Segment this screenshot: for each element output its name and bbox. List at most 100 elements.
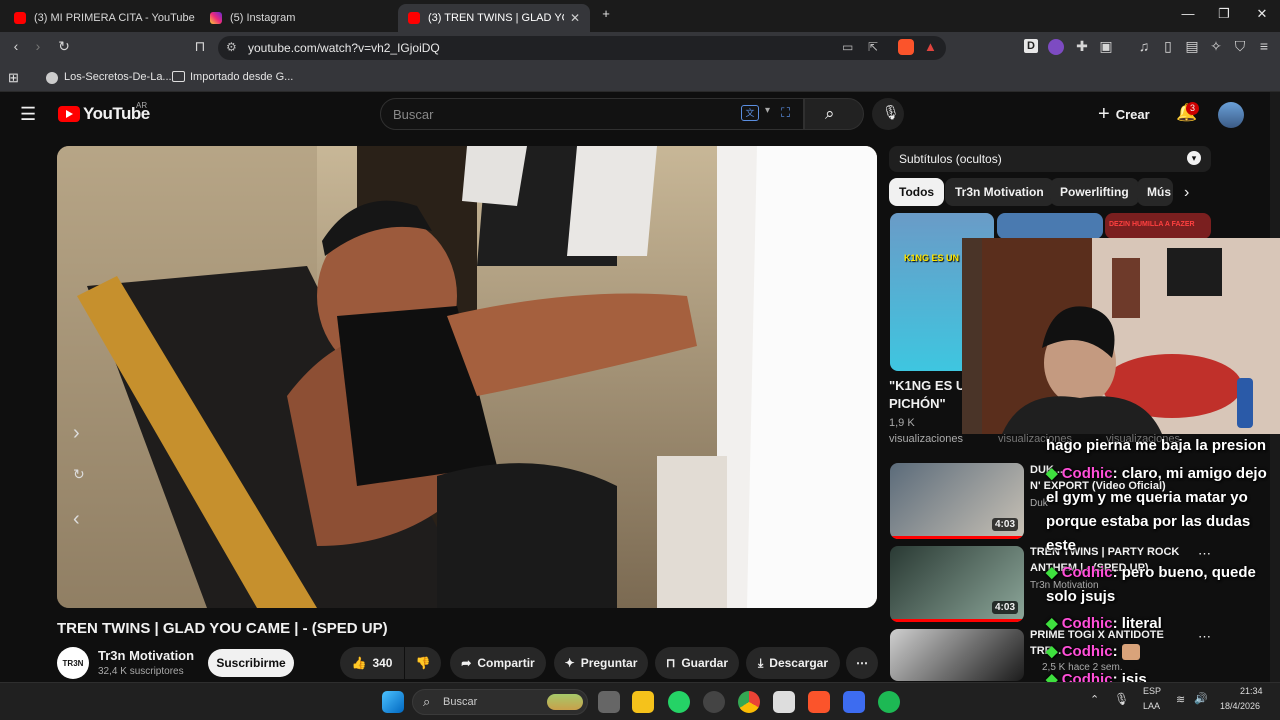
video-player[interactable]: › ↻ ‹ [57, 146, 877, 608]
tab-instagram[interactable]: (5) Instagram [200, 4, 394, 32]
chat-text: : literal [1112, 615, 1162, 632]
media-icon[interactable]: ♫ [1134, 38, 1154, 54]
windows-start-icon[interactable] [382, 691, 404, 713]
chrome-icon[interactable] [738, 691, 760, 713]
tab-title: (3) TREN TWINS | GLAD YOU CA [428, 12, 564, 24]
replay-icon[interactable]: ↻ [73, 466, 85, 483]
short-thumbnail-3[interactable]: DEZIN HUMILLA A FAZER [1105, 213, 1211, 239]
short-title-2[interactable]: PICHÓN" [889, 396, 946, 411]
cast-icon[interactable]: ▭ [842, 40, 853, 54]
hamburger-menu-icon[interactable]: ☰ [20, 104, 36, 125]
next-arrow-icon[interactable]: › [73, 422, 80, 445]
bookmark-folder[interactable]: Importado desde G... [190, 71, 293, 83]
tray-expand-icon[interactable]: ⌃ [1090, 693, 1099, 706]
reload-icon[interactable]: ↻ [54, 38, 74, 55]
keyboard-layout[interactable]: LAA [1143, 701, 1160, 711]
more-options-icon[interactable]: ⋯ [1198, 629, 1211, 645]
subscribe-button[interactable]: Suscribirme [208, 649, 294, 677]
subtitles-panel[interactable]: Subtítulos (ocultos) ▾ [889, 146, 1211, 172]
more-options-icon[interactable]: ⋯ [1198, 546, 1211, 562]
voice-translate-icon[interactable]: ⛶ [781, 105, 790, 121]
task-view-icon[interactable] [598, 691, 620, 713]
search-button[interactable]: ⌕ [804, 98, 864, 130]
share-label: Compartir [477, 656, 535, 670]
close-tab-icon[interactable]: ✕ [564, 11, 580, 25]
new-tab-button[interactable]: + [596, 6, 616, 21]
close-window-icon[interactable]: ✕ [1252, 6, 1272, 22]
sidebar-icon[interactable]: ▯ [1158, 38, 1178, 55]
subscriber-count: 32,4 K suscriptores [98, 666, 184, 677]
voice-search-button[interactable]: 🎙 [872, 98, 904, 130]
share-button[interactable]: ➦ Compartir [450, 647, 546, 679]
site-info-icon[interactable]: ⚙ [226, 40, 237, 54]
brave-rewards-icon[interactable]: ▲ [924, 39, 937, 54]
like-button[interactable]: 👍 340 [340, 647, 404, 679]
whatsapp-icon[interactable] [668, 691, 690, 713]
spotify-icon[interactable] [878, 691, 900, 713]
clock-date[interactable]: 18/4/2026 [1220, 701, 1260, 711]
download-icon: ⤓ [757, 655, 764, 670]
tray-mic-icon[interactable]: 🎙 [1114, 692, 1129, 706]
chip-musica[interactable]: Mús [1137, 178, 1173, 206]
translate-icon[interactable]: 文 [741, 105, 759, 121]
sparkle-icon: ✦ [564, 656, 575, 670]
capcut-icon[interactable] [773, 691, 795, 713]
vpn-shield-icon[interactable]: ⛉ [1230, 38, 1250, 55]
extension-purple-icon[interactable] [1048, 39, 1064, 55]
chip-todos[interactable]: Todos [889, 178, 945, 206]
create-button[interactable]: + Crear [1098, 102, 1150, 126]
search-input[interactable]: Buscar 文 ▾ ⛶ [380, 98, 804, 130]
apps-grid-icon[interactable]: ⊞ [8, 70, 19, 86]
ask-button[interactable]: ✦ Preguntar [554, 647, 648, 679]
tab-tren-twins[interactable]: (3) TREN TWINS | GLAD YOU CA ✕ [398, 4, 590, 32]
chat-username: Codhic [1061, 564, 1113, 581]
youtube-logo-icon[interactable] [58, 106, 80, 122]
chat-line: este [1046, 534, 1076, 557]
address-bar[interactable]: ⚙ youtube.com/watch?v=vh2_IGjoiDQ ▭ ⇱ ▲ [218, 36, 946, 60]
leo-ai-icon[interactable]: ✧ [1206, 38, 1226, 55]
channel-name[interactable]: Tr3n Motivation [98, 648, 194, 663]
taskbar-search-input[interactable]: ⌕ Buscar [412, 689, 588, 715]
clock-time[interactable]: 21:34 [1240, 686, 1263, 696]
app-blue-icon[interactable] [843, 691, 865, 713]
channel-avatar[interactable]: TR3N [57, 647, 89, 679]
share-icon[interactable]: ⇱ [868, 40, 878, 54]
save-button[interactable]: ⊓ Guardar [655, 647, 739, 679]
related-thumbnail[interactable]: 4:03 [890, 463, 1024, 539]
chip-powerlifting[interactable]: Powerlifting [1050, 178, 1139, 206]
user-avatar[interactable] [1218, 102, 1244, 128]
file-explorer-icon[interactable] [632, 691, 654, 713]
bookmark-link[interactable]: Los-Secretos-De-La... [64, 71, 172, 83]
dislike-button[interactable]: 👎 [405, 647, 441, 679]
previous-arrow-icon[interactable]: ‹ [73, 508, 80, 531]
download-button[interactable]: ⤓ Descargar [746, 647, 840, 679]
maximize-icon[interactable]: ❐ [1214, 6, 1234, 22]
back-icon[interactable]: ‹ [6, 38, 26, 54]
tab-mi-primera-cita[interactable]: (3) MI PRIMERA CITA - YouTube [4, 4, 198, 32]
like-count: 340 [372, 656, 393, 670]
brave-icon[interactable] [808, 691, 830, 713]
bookmark-icon[interactable]: ⊓ [190, 38, 210, 55]
language-indicator[interactable]: ESP [1143, 686, 1161, 696]
wifi-icon[interactable]: ≋ [1176, 693, 1185, 706]
minimize-icon[interactable]: — [1178, 6, 1198, 21]
forward-icon[interactable]: › [28, 38, 48, 54]
app-icon[interactable] [703, 691, 725, 713]
wallet-icon[interactable]: ▤ [1182, 38, 1202, 55]
extensions-puzzle-icon[interactable]: ✚ [1072, 38, 1092, 55]
diamond-icon: ◆ [1046, 615, 1058, 632]
chips-next-icon[interactable]: › [1184, 184, 1189, 202]
related-thumbnail[interactable]: 4:03 [890, 546, 1024, 622]
short-thumbnail-2[interactable] [997, 213, 1103, 239]
subtitles-label: Subtítulos (ocultos) [899, 152, 1002, 166]
dropdown-arrow-icon[interactable]: ▾ [765, 105, 770, 116]
expand-chevron-icon[interactable]: ▾ [1187, 151, 1201, 165]
chip-tr3n-motivation[interactable]: Tr3n Motivation [945, 178, 1054, 206]
brave-shield-icon[interactable] [898, 39, 914, 55]
volume-icon[interactable]: 🔊 [1194, 692, 1208, 705]
more-actions-button[interactable]: ⋯ [846, 647, 878, 679]
extension-d-icon[interactable]: D [1024, 39, 1038, 53]
extension-box-icon[interactable]: ▣ [1096, 38, 1116, 55]
menu-icon[interactable]: ≡ [1254, 38, 1274, 54]
related-thumbnail[interactable] [890, 629, 1024, 681]
